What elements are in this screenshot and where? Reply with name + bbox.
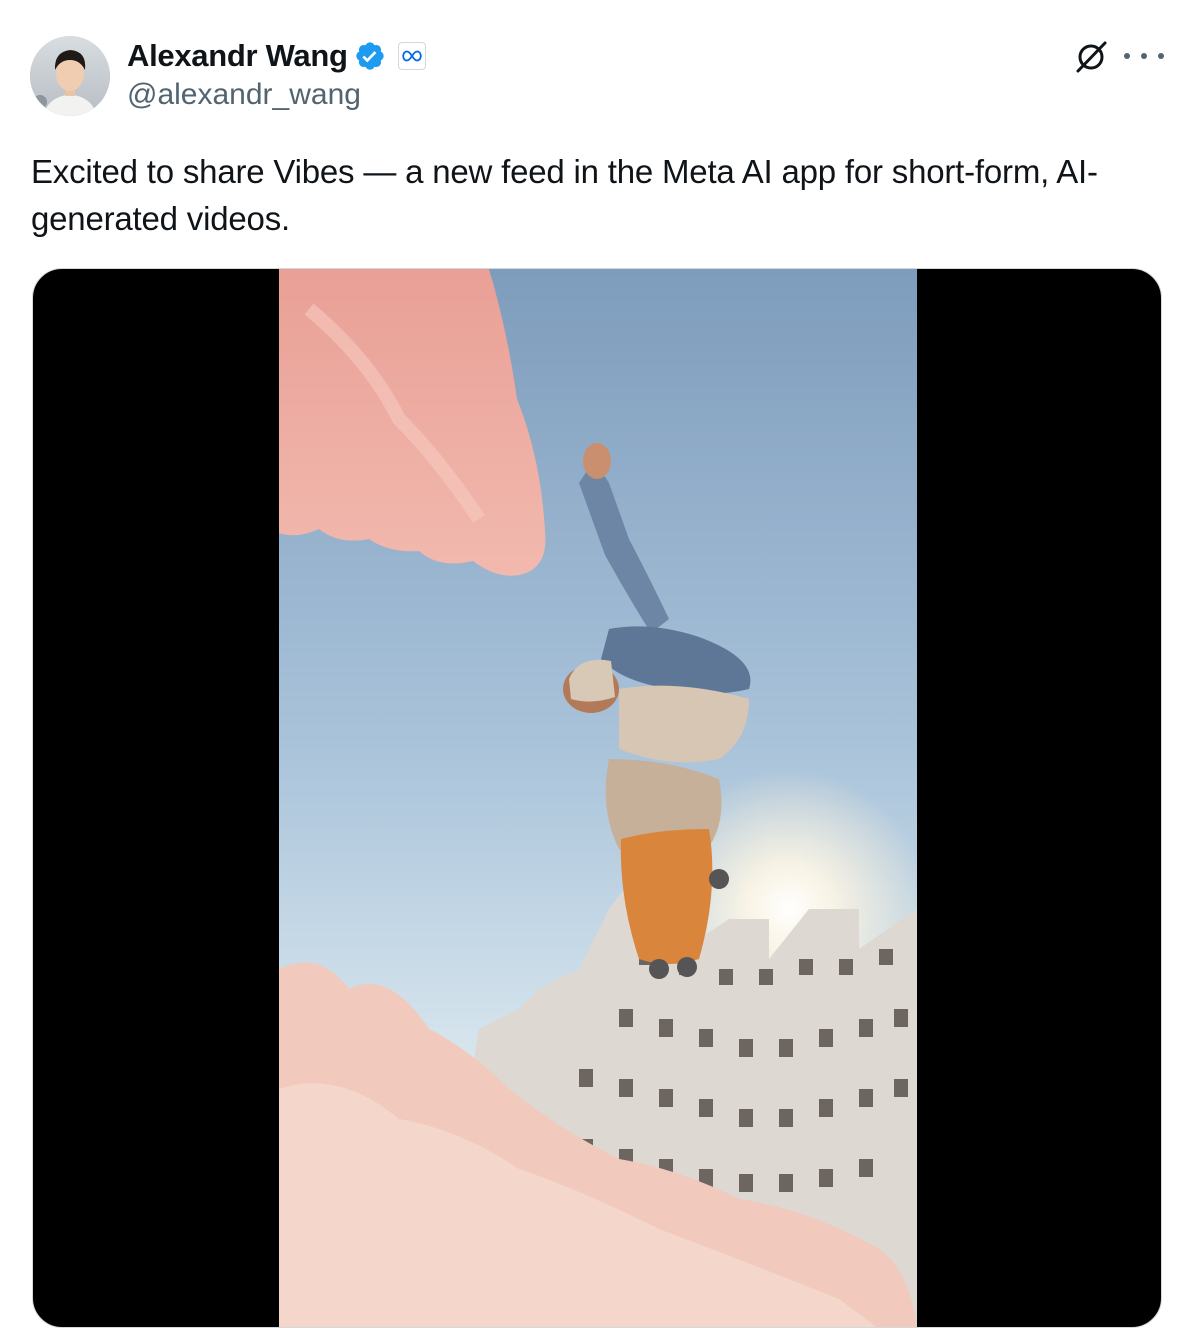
affiliate-badge[interactable] [397, 42, 426, 70]
video-player[interactable] [32, 268, 1162, 1328]
verified-badge-icon[interactable] [354, 40, 386, 72]
more-icon[interactable] [1124, 44, 1164, 68]
more-dot [1158, 53, 1164, 59]
video-thumbnail[interactable] [279, 269, 917, 1327]
meta-infinity-icon [401, 50, 422, 62]
more-dot [1141, 53, 1147, 59]
author-handle[interactable]: @alexandr_wang [127, 78, 361, 112]
grok-icon[interactable] [1072, 38, 1110, 76]
author-display-name[interactable]: Alexandr Wang [127, 38, 348, 74]
tweet-text: Excited to share Vibes — a new feed in t… [31, 153, 1098, 237]
author-name-row: Alexandr Wang [127, 36, 426, 76]
avatar[interactable] [30, 36, 110, 116]
more-dot [1124, 53, 1130, 59]
